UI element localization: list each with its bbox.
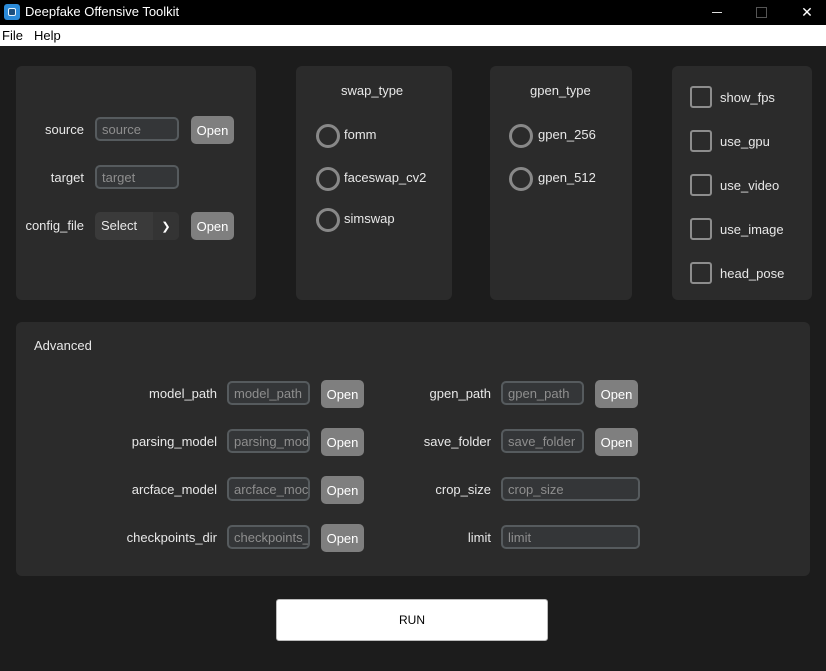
minimize-button[interactable] bbox=[694, 0, 740, 25]
checkbox-use-image-label[interactable]: use_image bbox=[720, 222, 784, 237]
save-folder-label: save_folder bbox=[423, 434, 491, 449]
checkbox-head-pose[interactable] bbox=[690, 262, 712, 284]
arcface-model-open-button[interactable]: Open bbox=[321, 476, 364, 504]
gpen-path-input[interactable]: gpen_path bbox=[501, 381, 584, 405]
source-input[interactable]: source bbox=[95, 117, 179, 141]
checkbox-show-fps[interactable] bbox=[690, 86, 712, 108]
checkbox-use-image[interactable] bbox=[690, 218, 712, 240]
run-button[interactable]: RUN bbox=[276, 599, 548, 641]
arcface-model-label: arcface_model bbox=[131, 482, 217, 497]
radio-fomm-label[interactable]: fomm bbox=[344, 127, 377, 142]
config-file-select[interactable]: Select ❯ bbox=[95, 212, 179, 240]
config-file-label: config_file bbox=[25, 218, 84, 233]
target-input[interactable]: target bbox=[95, 165, 179, 189]
radio-gpen-512-label[interactable]: gpen_512 bbox=[538, 170, 596, 185]
save-folder-open-button[interactable]: Open bbox=[595, 428, 638, 456]
minimize-icon bbox=[712, 12, 722, 13]
window-title: Deepfake Offensive Toolkit bbox=[25, 4, 180, 19]
radio-gpen-256[interactable] bbox=[509, 124, 533, 148]
radio-simswap[interactable] bbox=[316, 208, 340, 232]
maximize-icon bbox=[755, 7, 767, 18]
arcface-model-input[interactable]: arcface_moc bbox=[227, 477, 310, 501]
model-path-label: model_path bbox=[149, 386, 217, 401]
model-path-open-button[interactable]: Open bbox=[321, 380, 364, 408]
radio-fomm[interactable] bbox=[316, 124, 340, 148]
save-folder-input[interactable]: save_folder bbox=[501, 429, 584, 453]
radio-faceswap-cv2-label[interactable]: faceswap_cv2 bbox=[344, 170, 426, 185]
config-open-button[interactable]: Open bbox=[191, 212, 234, 240]
radio-gpen-512[interactable] bbox=[509, 167, 533, 191]
checkbox-use-video-label[interactable]: use_video bbox=[720, 178, 779, 193]
checkpoints-dir-input[interactable]: checkpoints_ bbox=[227, 525, 310, 549]
target-label: target bbox=[50, 170, 84, 185]
source-label: source bbox=[44, 122, 84, 137]
checkbox-use-gpu-label[interactable]: use_gpu bbox=[720, 134, 770, 149]
checkpoints-dir-open-button[interactable]: Open bbox=[321, 524, 364, 552]
model-path-input[interactable]: model_path bbox=[227, 381, 310, 405]
checkpoints-dir-label: checkpoints_dir bbox=[126, 530, 217, 545]
checkbox-show-fps-label[interactable]: show_fps bbox=[720, 90, 775, 105]
parsing-model-label: parsing_model bbox=[131, 434, 217, 449]
menu-bar: File Help bbox=[0, 25, 826, 46]
swap-type-heading: swap_type bbox=[341, 83, 404, 98]
app-icon bbox=[4, 4, 20, 20]
menu-help[interactable]: Help bbox=[34, 28, 61, 43]
advanced-heading: Advanced bbox=[34, 338, 92, 353]
title-bar: Deepfake Offensive Toolkit ✕ bbox=[0, 0, 826, 25]
chevron-down-icon[interactable]: ❯ bbox=[153, 212, 179, 240]
close-button[interactable]: ✕ bbox=[784, 0, 826, 25]
close-icon: ✕ bbox=[801, 4, 813, 20]
parsing-model-open-button[interactable]: Open bbox=[321, 428, 364, 456]
radio-gpen-256-label[interactable]: gpen_256 bbox=[538, 127, 596, 142]
parsing-model-input[interactable]: parsing_mod bbox=[227, 429, 310, 453]
gpen-path-open-button[interactable]: Open bbox=[595, 380, 638, 408]
radio-simswap-label[interactable]: simswap bbox=[344, 211, 395, 226]
checkbox-use-gpu[interactable] bbox=[690, 130, 712, 152]
checkbox-use-video[interactable] bbox=[690, 174, 712, 196]
crop-size-input[interactable]: crop_size bbox=[501, 477, 640, 501]
checkbox-head-pose-label[interactable]: head_pose bbox=[720, 266, 784, 281]
crop-size-label: crop_size bbox=[435, 482, 491, 497]
gpen-path-label: gpen_path bbox=[429, 386, 491, 401]
radio-faceswap-cv2[interactable] bbox=[316, 167, 340, 191]
limit-input[interactable]: limit bbox=[501, 525, 640, 549]
config-file-value: Select bbox=[101, 218, 138, 233]
maximize-button[interactable] bbox=[738, 0, 784, 25]
menu-file[interactable]: File bbox=[2, 28, 23, 43]
limit-label: limit bbox=[467, 530, 491, 545]
source-open-button[interactable]: Open bbox=[191, 116, 234, 144]
gpen-type-heading: gpen_type bbox=[530, 83, 591, 98]
